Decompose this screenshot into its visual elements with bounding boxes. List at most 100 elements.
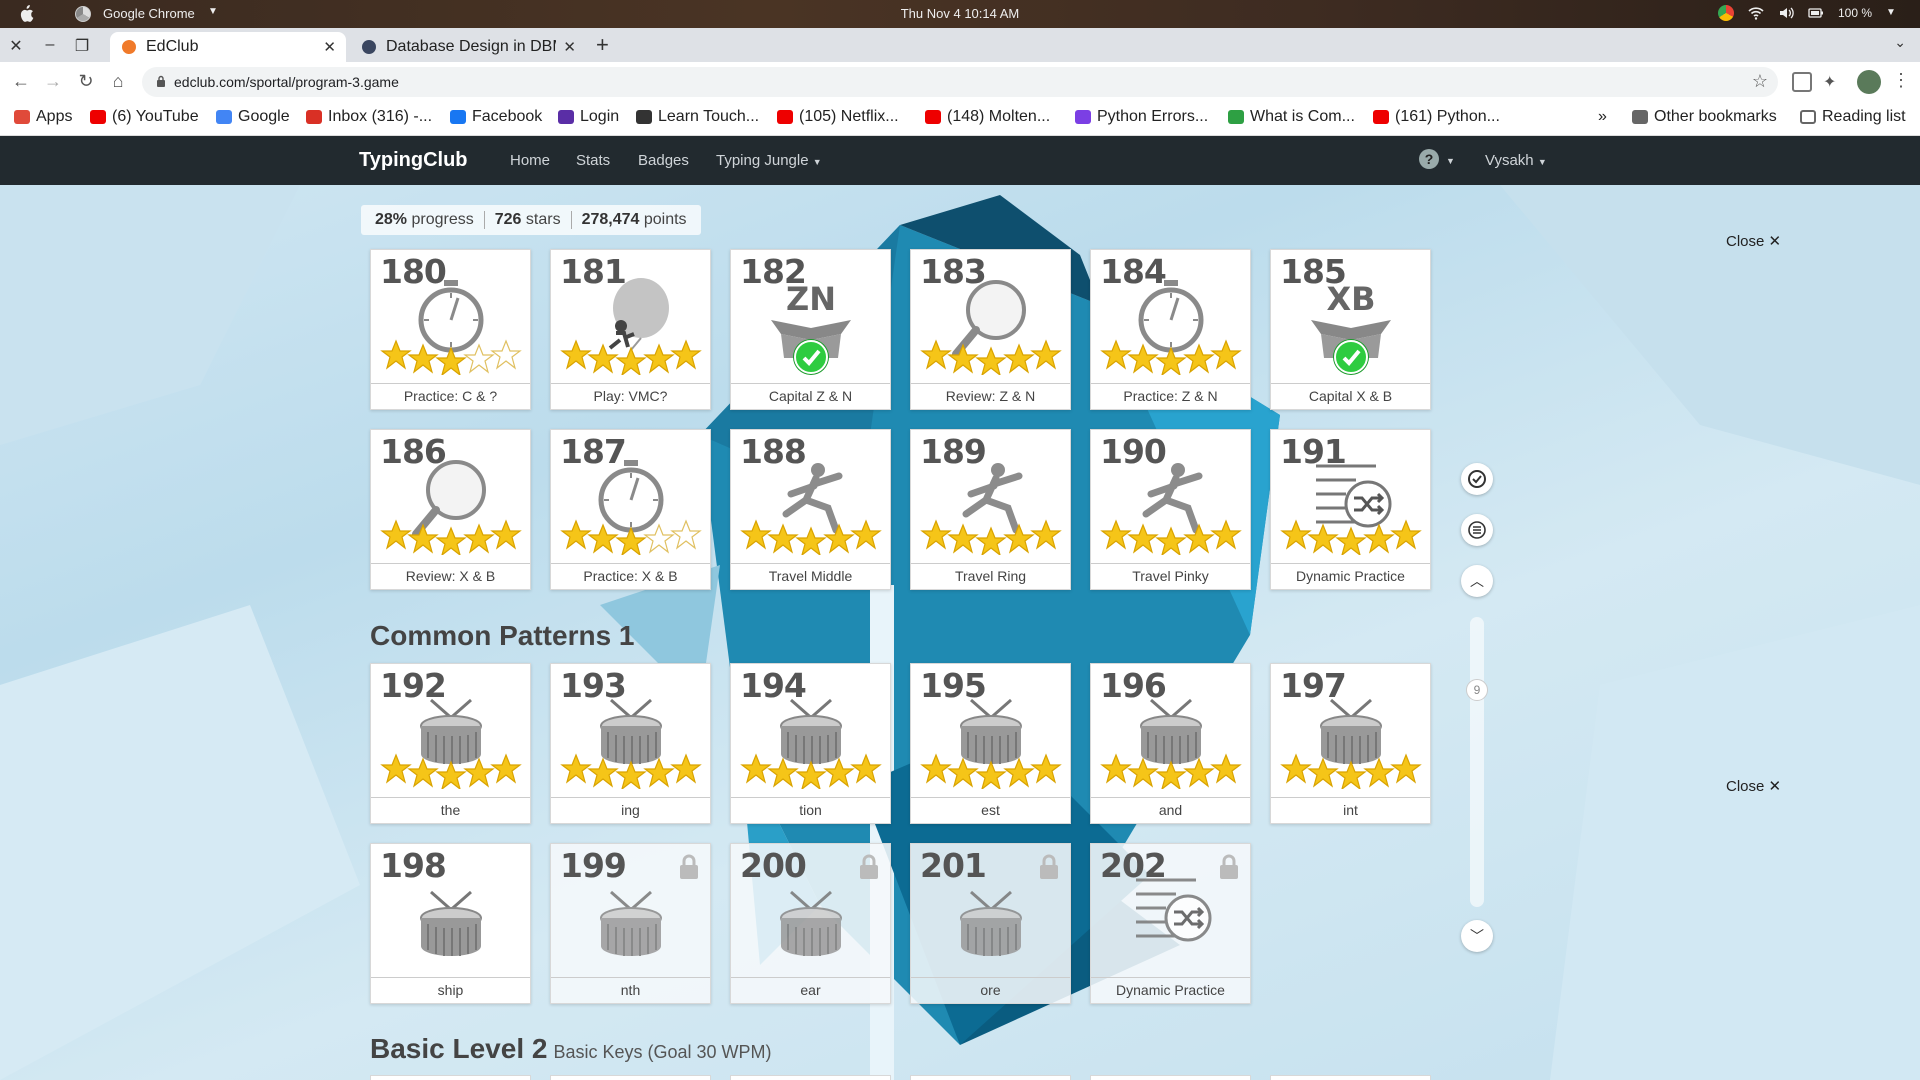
bookmark-star-icon[interactable]: ☆	[1752, 71, 1768, 92]
list-view-button[interactable]	[1461, 514, 1493, 546]
lesson-card[interactable]: 202 Dynamic Practice	[1090, 843, 1251, 1004]
forward-icon[interactable]: →	[42, 71, 64, 92]
puzzle-extensions-icon[interactable]: ✦	[1823, 72, 1843, 92]
close-link-top[interactable]: Close ✕	[1726, 232, 1781, 250]
home-icon[interactable]: ⌂	[107, 71, 129, 92]
browser-menu-icon[interactable]: ⋮	[1892, 70, 1910, 91]
lesson-label: Practice: C & ?	[371, 383, 530, 409]
user-menu[interactable]: Vysakh ▼	[1485, 152, 1547, 169]
bookmark-item[interactable]: What is Com...	[1228, 108, 1355, 126]
lesson-card-partial[interactable]	[1090, 1075, 1251, 1080]
lesson-card-partial[interactable]	[730, 1075, 891, 1080]
bookmark-item[interactable]: Learn Touch...	[636, 108, 759, 126]
lesson-card[interactable]: 184 Practice: Z & N	[1090, 249, 1251, 410]
nav-home[interactable]: Home	[510, 152, 550, 169]
back-icon[interactable]: ←	[10, 71, 32, 92]
lesson-card[interactable]: 191 Dynamic Practice	[1270, 429, 1431, 590]
lesson-card[interactable]: 199 nth	[550, 843, 711, 1004]
scroll-track[interactable]	[1470, 617, 1484, 907]
star-filled-icon	[1210, 519, 1242, 550]
star-filled-icon	[490, 753, 522, 784]
bookmark-item[interactable]: Python Errors...	[1075, 108, 1208, 126]
wifi-icon[interactable]	[1748, 5, 1764, 21]
scroll-up-button[interactable]: ︿	[1461, 565, 1493, 597]
tab-close-icon[interactable]: ✕	[563, 38, 576, 56]
tab-database-design[interactable]: Database Design in DBM ✕	[350, 32, 586, 62]
nav-stats[interactable]: Stats	[576, 152, 610, 169]
lesson-card[interactable]: 198 ship	[370, 843, 531, 1004]
lesson-card[interactable]: 195 est	[910, 663, 1071, 824]
bookmark-item[interactable]: Inbox (316) -...	[306, 108, 432, 126]
bookmark-item[interactable]: (148) Molten...	[925, 108, 1050, 126]
help-caret-icon[interactable]: ▼	[1446, 156, 1455, 166]
lesson-card[interactable]: 194 tion	[730, 663, 891, 824]
lesson-card-partial[interactable]	[550, 1075, 711, 1080]
lesson-card[interactable]: 192 the	[370, 663, 531, 824]
apps-grid-icon	[14, 110, 30, 124]
star-rating	[740, 513, 883, 557]
bookmark-item[interactable]: Facebook	[450, 108, 542, 126]
window-restore-icon[interactable]: ❐	[73, 36, 91, 56]
completed-filter-button[interactable]	[1461, 463, 1493, 495]
window-minimize-icon[interactable]: –	[41, 36, 59, 54]
lesson-card-partial[interactable]	[370, 1075, 531, 1080]
chrome-tray-icon[interactable]	[1717, 5, 1734, 21]
tab-edclub[interactable]: EdClub ✕	[110, 32, 346, 62]
lesson-card[interactable]: 193 ing	[550, 663, 711, 824]
star-filled-icon	[587, 343, 619, 374]
youtube-icon	[1373, 110, 1389, 124]
star-filled-icon	[1030, 339, 1062, 370]
lesson-card-partial[interactable]	[1270, 1075, 1431, 1080]
lesson-card[interactable]: 186 Review: X & B	[370, 429, 531, 590]
battery-icon[interactable]	[1808, 5, 1824, 21]
url-text[interactable]: edclub.com/sportal/program-3.game	[174, 74, 399, 90]
new-tab-icon[interactable]: +	[596, 32, 609, 58]
window-close-icon[interactable]: ✕	[7, 36, 25, 56]
close-link-bottom[interactable]: Close ✕	[1726, 777, 1781, 795]
lock-icon[interactable]	[156, 75, 166, 88]
star-rating	[1280, 513, 1423, 557]
star-filled-icon	[1183, 757, 1215, 788]
lesson-label: ing	[551, 797, 710, 823]
bookmark-item[interactable]: Google	[216, 108, 290, 126]
bookmark-item[interactable]: Login	[558, 108, 619, 126]
scroll-down-button[interactable]: ﹀	[1461, 920, 1493, 952]
profile-avatar[interactable]	[1857, 70, 1881, 94]
lesson-card[interactable]: 180 Practice: C & ?	[370, 249, 531, 410]
lesson-card[interactable]: 190 Travel Pinky	[1090, 429, 1251, 590]
lesson-card[interactable]: 181 Play: VMC?	[550, 249, 711, 410]
address-bar[interactable]: edclub.com/sportal/program-3.game ☆	[142, 67, 1778, 97]
lesson-card-partial[interactable]	[910, 1075, 1071, 1080]
tab-search-icon[interactable]: ⌄	[1894, 34, 1906, 51]
site-brand[interactable]: TypingClub	[359, 149, 468, 172]
system-clock[interactable]: Thu Nov 4 10:14 AM	[0, 6, 1920, 21]
reading-list[interactable]: Reading list	[1800, 108, 1906, 126]
bookmark-item[interactable]: Apps	[14, 108, 72, 126]
system-menu-caret-icon[interactable]: ▼	[1886, 5, 1902, 21]
reload-icon[interactable]: ↻	[75, 71, 97, 92]
star-rating	[1100, 333, 1243, 377]
help-icon[interactable]: ?	[1419, 149, 1439, 169]
lesson-card[interactable]: 189 Travel Ring	[910, 429, 1071, 590]
bookmarks-overflow-icon[interactable]: »	[1598, 108, 1607, 126]
bookmark-item[interactable]: (6) YouTube	[90, 108, 199, 126]
lesson-card[interactable]: 183 Review: Z & N	[910, 249, 1071, 410]
bookmark-item[interactable]: (105) Netflix...	[777, 108, 899, 126]
lesson-card[interactable]: 196 and	[1090, 663, 1251, 824]
lesson-card[interactable]: 187 Practice: X & B	[550, 429, 711, 590]
lesson-card[interactable]: 188 Travel Middle	[730, 429, 891, 590]
star-filled-icon	[1100, 753, 1132, 784]
lesson-card[interactable]: 200 ear	[730, 843, 891, 1004]
tab-close-icon[interactable]: ✕	[323, 38, 336, 56]
lesson-card[interactable]: 201 ore	[910, 843, 1071, 1004]
extension-icon[interactable]	[1792, 72, 1812, 92]
lesson-card[interactable]: 197 int	[1270, 663, 1431, 824]
nav-typing-jungle[interactable]: Typing Jungle ▼	[716, 152, 822, 169]
lesson-card[interactable]: 182 ZN Capital Z & N	[730, 249, 891, 410]
nav-badges[interactable]: Badges	[638, 152, 689, 169]
other-bookmarks[interactable]: Other bookmarks	[1632, 108, 1777, 126]
star-filled-icon	[380, 753, 412, 784]
volume-icon[interactable]	[1778, 5, 1794, 21]
bookmark-item[interactable]: (161) Python...	[1373, 108, 1500, 126]
lesson-card[interactable]: 185 XB Capital X & B	[1270, 249, 1431, 410]
